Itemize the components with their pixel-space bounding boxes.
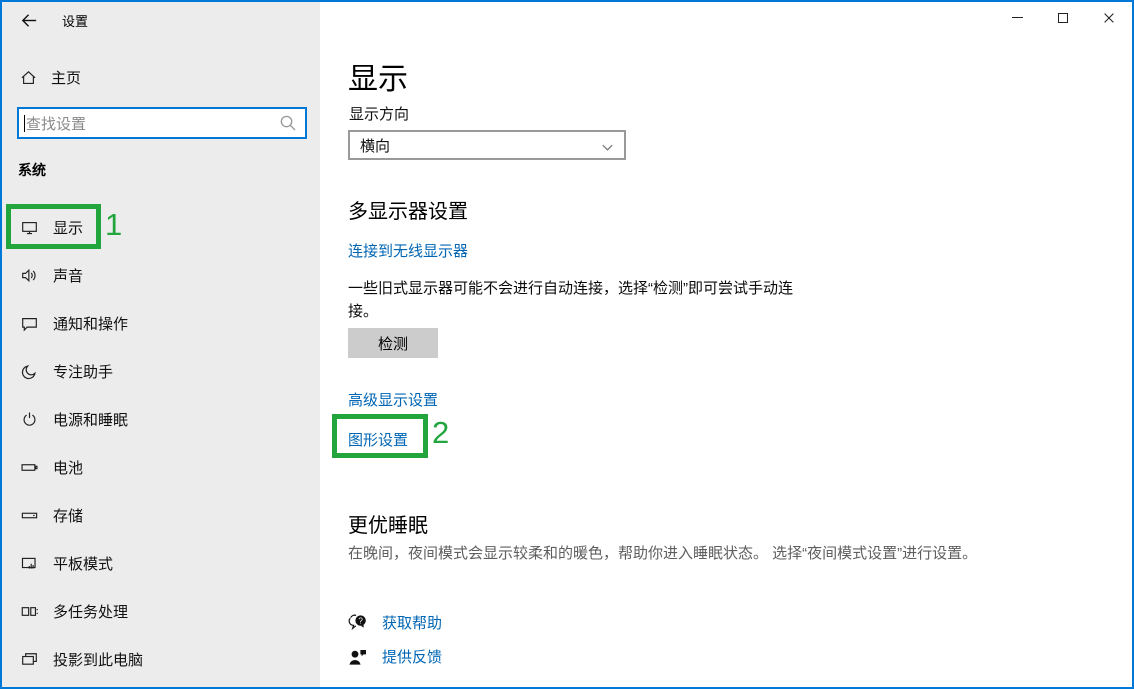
storage-icon xyxy=(21,507,38,524)
orientation-label: 显示方向 xyxy=(349,103,409,124)
sidebar-item-label: 电池 xyxy=(53,457,83,478)
graphics-settings-link[interactable]: 图形设置 xyxy=(348,429,408,450)
search-input[interactable]: 查找设置 xyxy=(17,107,307,139)
multitasking-icon xyxy=(21,603,38,620)
sidebar-item-notifications[interactable]: 通知和操作 xyxy=(2,299,320,347)
notifications-icon xyxy=(21,315,38,332)
close-button[interactable] xyxy=(1086,2,1132,33)
project-icon xyxy=(21,651,38,668)
focus-assist-icon xyxy=(21,363,38,380)
power-sleep-icon xyxy=(21,411,38,428)
sidebar-item-label: 专注助手 xyxy=(53,361,113,382)
close-icon xyxy=(1102,11,1116,25)
home-icon xyxy=(20,69,37,86)
footer-link-label: 获取帮助 xyxy=(382,612,442,633)
sidebar-item-multitasking[interactable]: 多任务处理 xyxy=(2,587,320,635)
advanced-display-link[interactable]: 高级显示设置 xyxy=(348,389,438,410)
sleep-heading: 更优睡眠 xyxy=(348,509,428,538)
display-icon xyxy=(21,219,38,236)
get-help-icon xyxy=(348,613,368,633)
footer-links: 获取帮助提供反馈 xyxy=(348,612,442,680)
sidebar-item-label: 投影到此电脑 xyxy=(53,649,143,670)
minimize-icon xyxy=(1012,17,1023,18)
sidebar-item-label: 声音 xyxy=(53,265,83,286)
sidebar-item-focus-assist[interactable]: 专注助手 xyxy=(2,347,320,395)
sidebar: 设置 主页 查找设置 系统 显示声音通知和操作专注助手电源和睡眠电池存储平板模式… xyxy=(2,2,320,687)
sidebar-item-label: 存储 xyxy=(53,505,83,526)
sidebar-item-label: 通知和操作 xyxy=(53,313,128,334)
sidebar-item-label: 电源和睡眠 xyxy=(53,409,128,430)
sidebar-item-sound[interactable]: 声音 xyxy=(2,251,320,299)
battery-icon xyxy=(21,459,38,476)
sidebar-item-storage[interactable]: 存储 xyxy=(2,491,320,539)
minimize-button[interactable] xyxy=(994,2,1040,33)
get-help-link[interactable]: 获取帮助 xyxy=(348,612,442,633)
feedback-icon xyxy=(348,647,368,667)
search-icon[interactable] xyxy=(279,114,297,132)
app-title: 设置 xyxy=(62,11,88,30)
detect-button[interactable]: 检测 xyxy=(348,328,438,358)
orientation-value: 横向 xyxy=(360,135,390,156)
window-controls xyxy=(994,2,1132,33)
sidebar-item-tablet-mode[interactable]: 平板模式 xyxy=(2,539,320,587)
sidebar-item-display[interactable]: 显示 xyxy=(2,203,320,251)
sidebar-section-header: 系统 xyxy=(18,160,46,180)
home-label: 主页 xyxy=(51,67,81,88)
settings-window: 设置 主页 查找设置 系统 显示声音通知和操作专注助手电源和睡眠电池存储平板模式… xyxy=(0,0,1134,689)
back-arrow-icon xyxy=(20,11,39,30)
sleep-description: 在晚间，夜间模式会显示较柔和的暖色，帮助你进入睡眠状态。 选择“夜间模式设置”进… xyxy=(348,542,988,565)
sidebar-item-project[interactable]: 投影到此电脑 xyxy=(2,635,320,683)
sidebar-item-label: 多任务处理 xyxy=(53,601,128,622)
sidebar-nav: 显示声音通知和操作专注助手电源和睡眠电池存储平板模式多任务处理投影到此电脑 xyxy=(2,203,320,683)
sidebar-item-home[interactable]: 主页 xyxy=(2,60,320,94)
page-title: 显示 xyxy=(348,54,408,98)
sidebar-item-power-sleep[interactable]: 电源和睡眠 xyxy=(2,395,320,443)
annotation-number-2: 2 xyxy=(432,416,449,450)
detect-description: 一些旧式显示器可能不会进行自动连接，选择“检测”即可尝试手动连接。 xyxy=(348,277,806,323)
multi-display-heading: 多显示器设置 xyxy=(348,195,468,224)
sidebar-item-label: 显示 xyxy=(53,217,83,238)
maximize-icon xyxy=(1058,13,1068,23)
back-button[interactable] xyxy=(14,7,44,33)
tablet-mode-icon xyxy=(21,555,38,572)
maximize-button[interactable] xyxy=(1040,2,1086,33)
sidebar-item-battery[interactable]: 电池 xyxy=(2,443,320,491)
search-placeholder: 查找设置 xyxy=(26,113,86,134)
orientation-dropdown[interactable]: 横向 xyxy=(348,130,626,160)
text-caret xyxy=(24,115,25,132)
wireless-display-link[interactable]: 连接到无线显示器 xyxy=(348,240,468,261)
footer-link-label: 提供反馈 xyxy=(382,646,442,667)
sound-icon xyxy=(21,267,38,284)
sidebar-item-label: 平板模式 xyxy=(53,553,113,574)
chevron-down-icon xyxy=(600,140,615,155)
feedback-link[interactable]: 提供反馈 xyxy=(348,646,442,667)
